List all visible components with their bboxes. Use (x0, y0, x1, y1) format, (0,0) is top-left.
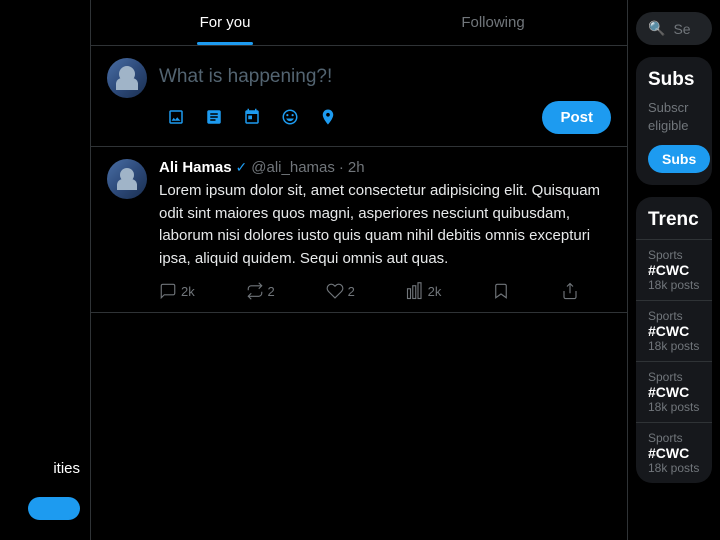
bookmark-action[interactable] (492, 282, 510, 300)
subscribe-title: Subs (648, 69, 700, 91)
tweet-text: Lorem ipsum dolor sit, amet consectetur … (159, 180, 611, 270)
emoji-icon[interactable] (273, 100, 307, 134)
image-icon[interactable] (159, 100, 193, 134)
calendar-icon[interactable] (235, 100, 269, 134)
subscribe-card: Subs Subscr eligible Subs (636, 57, 712, 185)
views-action[interactable]: 2k (406, 282, 442, 300)
trend-item-4[interactable]: Sports #CWC 18k posts (636, 422, 712, 483)
compose-toolbar: Post (159, 100, 611, 134)
tweet-item: Ali Hamas ✓ @ali_hamas · 2h Lorem ipsum … (91, 147, 627, 313)
right-sidebar: 🔍 Se Subs Subscr eligible Subs Trenc Spo… (628, 0, 720, 540)
trends-card: Trenc Sports #CWC 18k posts Sports #CWC … (636, 197, 712, 483)
trend-hashtag: #CWC (648, 323, 700, 339)
list-icon[interactable] (197, 100, 231, 134)
tweet-actions: 2k 2 2 2k (159, 282, 579, 300)
compose-right: What is happening?! (159, 58, 611, 134)
trend-posts: 18k posts (648, 461, 700, 475)
trend-hashtag: #CWC (648, 445, 700, 461)
sidebar-label: ities (53, 460, 80, 477)
trend-hashtag: #CWC (648, 262, 700, 278)
like-count: 2 (348, 284, 355, 299)
tweet-header: Ali Hamas ✓ @ali_hamas · 2h (159, 159, 611, 176)
search-bar[interactable]: 🔍 Se (636, 12, 712, 45)
trend-item-2[interactable]: Sports #CWC 18k posts (636, 300, 712, 361)
sidebar-blue-button[interactable] (28, 497, 80, 520)
trends-title: Trenc (636, 197, 712, 239)
trend-posts: 18k posts (648, 400, 700, 414)
tweet-author-name: Ali Hamas (159, 159, 232, 176)
left-sidebar: ities (0, 0, 90, 540)
trend-category: Sports (648, 370, 700, 384)
verified-icon: ✓ (236, 159, 248, 176)
tweet-handle: @ali_hamas (251, 159, 335, 176)
tweet-avatar-img (107, 159, 147, 199)
compose-icons (159, 100, 345, 134)
trend-posts: 18k posts (648, 278, 700, 292)
tweet-time: 2h (348, 159, 365, 176)
tabs-container: For you Following (91, 0, 627, 46)
share-action[interactable] (561, 282, 579, 300)
reply-count: 2k (181, 284, 195, 299)
search-icon: 🔍 (648, 20, 665, 37)
subscribe-button[interactable]: Subs (648, 145, 710, 173)
tab-following[interactable]: Following (359, 0, 627, 45)
tweet-dot: · (339, 159, 344, 176)
post-button[interactable]: Post (542, 101, 611, 134)
tweet-avatar (107, 159, 147, 199)
trend-posts: 18k posts (648, 339, 700, 353)
avatar-image (107, 58, 147, 98)
trend-item-1[interactable]: Sports #CWC 18k posts (636, 239, 712, 300)
views-count: 2k (428, 284, 442, 299)
trend-category: Sports (648, 431, 700, 445)
retweet-count: 2 (268, 284, 275, 299)
empty-area (91, 313, 627, 540)
compose-area: What is happening?! (91, 46, 627, 147)
tweet-content: Ali Hamas ✓ @ali_hamas · 2h Lorem ipsum … (159, 159, 611, 300)
subscribe-desc: Subscr eligible (648, 99, 700, 135)
trend-category: Sports (648, 248, 700, 262)
like-action[interactable]: 2 (326, 282, 355, 300)
trend-hashtag: #CWC (648, 384, 700, 400)
tab-for-you[interactable]: For you (91, 0, 359, 45)
search-input[interactable]: Se (673, 21, 700, 37)
retweet-action[interactable]: 2 (246, 282, 275, 300)
main-feed: For you Following What is happening?! (90, 0, 628, 540)
reply-action[interactable]: 2k (159, 282, 195, 300)
trend-item-3[interactable]: Sports #CWC 18k posts (636, 361, 712, 422)
trend-category: Sports (648, 309, 700, 323)
location-icon[interactable] (311, 100, 345, 134)
compose-placeholder[interactable]: What is happening?! (159, 58, 611, 100)
compose-avatar (107, 58, 147, 98)
